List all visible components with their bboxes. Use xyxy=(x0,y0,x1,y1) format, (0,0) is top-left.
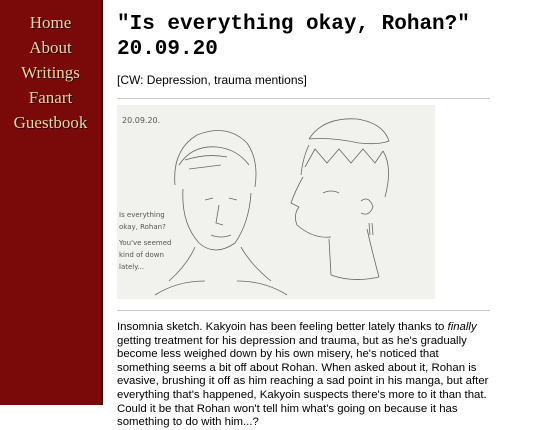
main-content: "Is everything okay, Rohan?" 20.09.20 [C… xyxy=(117,0,490,430)
post-date: 20.09.20 xyxy=(117,38,218,61)
nav-item-fanart: Fanart xyxy=(0,85,101,110)
content-warning: [CW: Depression, trauma mentions] xyxy=(117,73,307,87)
sketch-date: 20.09.20. xyxy=(122,116,160,125)
artist-signature: ~ xyxy=(269,285,273,291)
nav-link-fanart[interactable]: Fanart xyxy=(29,88,72,107)
post-title: "Is everything okay, Rohan?" 20.09.20 xyxy=(117,12,490,62)
nav-link-guestbook[interactable]: Guestbook xyxy=(14,113,88,132)
post-description: Insomnia sketch. Kakyoin has been feelin… xyxy=(117,321,490,430)
sketch-note-line: okay, Rohan? xyxy=(119,223,166,231)
divider-bottom xyxy=(117,310,490,311)
sketch-note-line: lately... xyxy=(119,263,144,271)
nav-item-writings: Writings xyxy=(0,60,101,85)
sketch-note-line: Is everything xyxy=(119,211,165,219)
nav-menu: Home About Writings Fanart Guestbook xyxy=(0,0,101,135)
nav-link-writings[interactable]: Writings xyxy=(21,63,80,82)
nav-link-about[interactable]: About xyxy=(29,38,72,57)
sketch-note-line: You've seemed xyxy=(118,239,172,247)
nav-link-home[interactable]: Home xyxy=(30,13,72,32)
sidebar: Home About Writings Fanart Guestbook xyxy=(0,0,103,405)
post-title-text: "Is everything okay, Rohan?" xyxy=(117,13,470,36)
description-text-1: Insomnia sketch. Kakyoin has been feelin… xyxy=(117,321,448,333)
nav-item-home: Home xyxy=(0,10,101,35)
nav-item-guestbook: Guestbook xyxy=(0,110,101,135)
sketch-image[interactable]: 20.09.20. Is everything okay, Rohan? You… xyxy=(117,105,435,299)
description-text-2: getting treatment for his depression and… xyxy=(117,334,489,429)
nav-item-about: About xyxy=(0,35,101,60)
sketch-note-line: kind of down xyxy=(119,251,164,259)
divider-top xyxy=(117,98,490,99)
description-emphasis: finally xyxy=(447,321,477,333)
